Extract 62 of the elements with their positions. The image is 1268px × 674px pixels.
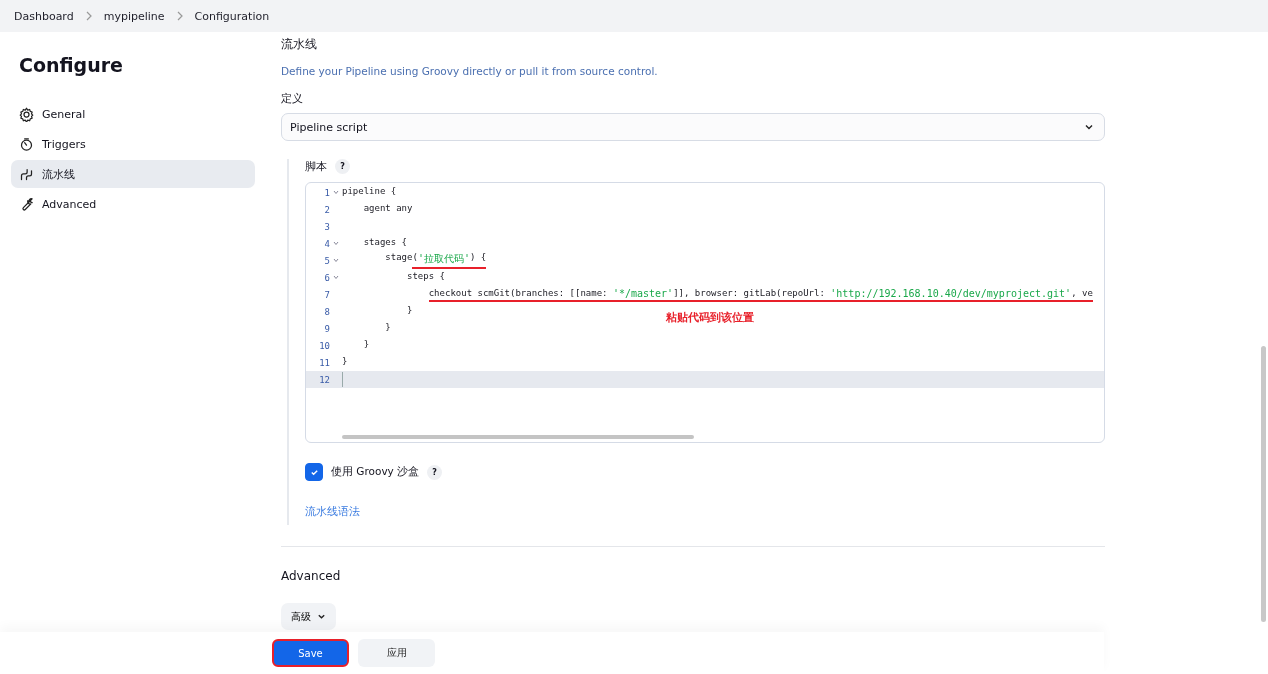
fold-chevron-icon[interactable] [333,275,339,280]
code-line: } [362,339,370,351]
sidebar-label: General [42,107,86,121]
help-button[interactable]: ? [335,159,350,174]
sidebar-label: 流水线 [42,166,75,182]
sidebar-item[interactable]: General [11,100,255,128]
checkbox[interactable] [305,463,323,481]
checkbox-label: 使用 Groovy 沙盒 [331,465,420,479]
sidebar-item[interactable]: Triggers [11,130,255,158]
save-button[interactable]: Save [272,639,349,667]
sidebar-item[interactable]: Advanced [11,190,255,218]
page-title: Configure [18,54,124,76]
line-number: 4 [323,238,330,249]
code-line: steps { [406,271,445,283]
line-number: 8 [323,306,330,317]
syntax-link[interactable]: 流水线语法 [305,505,360,519]
line-number: 5 [323,255,330,266]
line-number: 10 [318,340,330,351]
code-line: } [342,356,348,368]
clock-icon [19,136,34,152]
code-line: } [406,305,413,317]
line-number: 7 [323,289,330,300]
line-number: 1 [323,187,330,198]
chevron-down-icon [1084,122,1094,132]
code-line: checkout scmGit(branches: [[name: '*/master']], browser: gitLab(repoUrl: 'http://192.168.10.40/dev/myproject.git', ve [342,287,1093,302]
advanced-button[interactable]: 高级 [281,603,336,630]
help-button[interactable]: ? [427,464,443,480]
line-number: 2 [323,204,330,215]
gear-icon [19,106,34,122]
code-line: pipeline { [342,186,397,198]
field-label: 脚本 [305,159,327,174]
apply-button[interactable]: 应用 [358,639,435,667]
line-number: 11 [318,357,330,368]
code-line: stages { [362,237,408,249]
line-number: 12 [318,374,330,385]
code-line: stage('拉取代码') { [342,252,487,269]
section-title: Advanced [281,569,342,583]
code-editor[interactable] [305,182,1105,443]
fold-chevron-icon[interactable] [333,241,339,246]
code-line: agent any [362,203,413,215]
field-label: 定义 [281,91,304,106]
definition-select[interactable]: Pipeline script [281,113,1105,141]
line-number: 6 [323,272,330,283]
checkmark-icon [309,467,319,477]
fold-chevron-icon[interactable] [333,190,339,195]
section-description: Define your Pipeline using Groovy directly or pull it from source control. [281,65,659,77]
section-title: 流水线 [281,36,318,53]
wrench-icon [19,196,34,212]
line-number: 9 [323,323,330,334]
code-line: } [384,322,391,334]
text-cursor [342,372,343,387]
pipeline-icon [19,166,34,182]
breadcrumb-link[interactable]: mypipeline [103,9,165,23]
line-number: 3 [323,221,330,232]
sidebar-item[interactable]: 流水线 [11,160,255,188]
chevron-down-icon [317,612,326,621]
sidebar-label: Advanced [42,197,97,211]
fold-chevron-icon[interactable] [333,258,339,263]
breadcrumb-link[interactable]: Configuration [194,9,270,23]
breadcrumb-link[interactable]: Dashboard [14,9,74,23]
annotation-text: 粘贴代码到该位置 [666,310,754,325]
sidebar-label: Triggers [42,137,86,151]
